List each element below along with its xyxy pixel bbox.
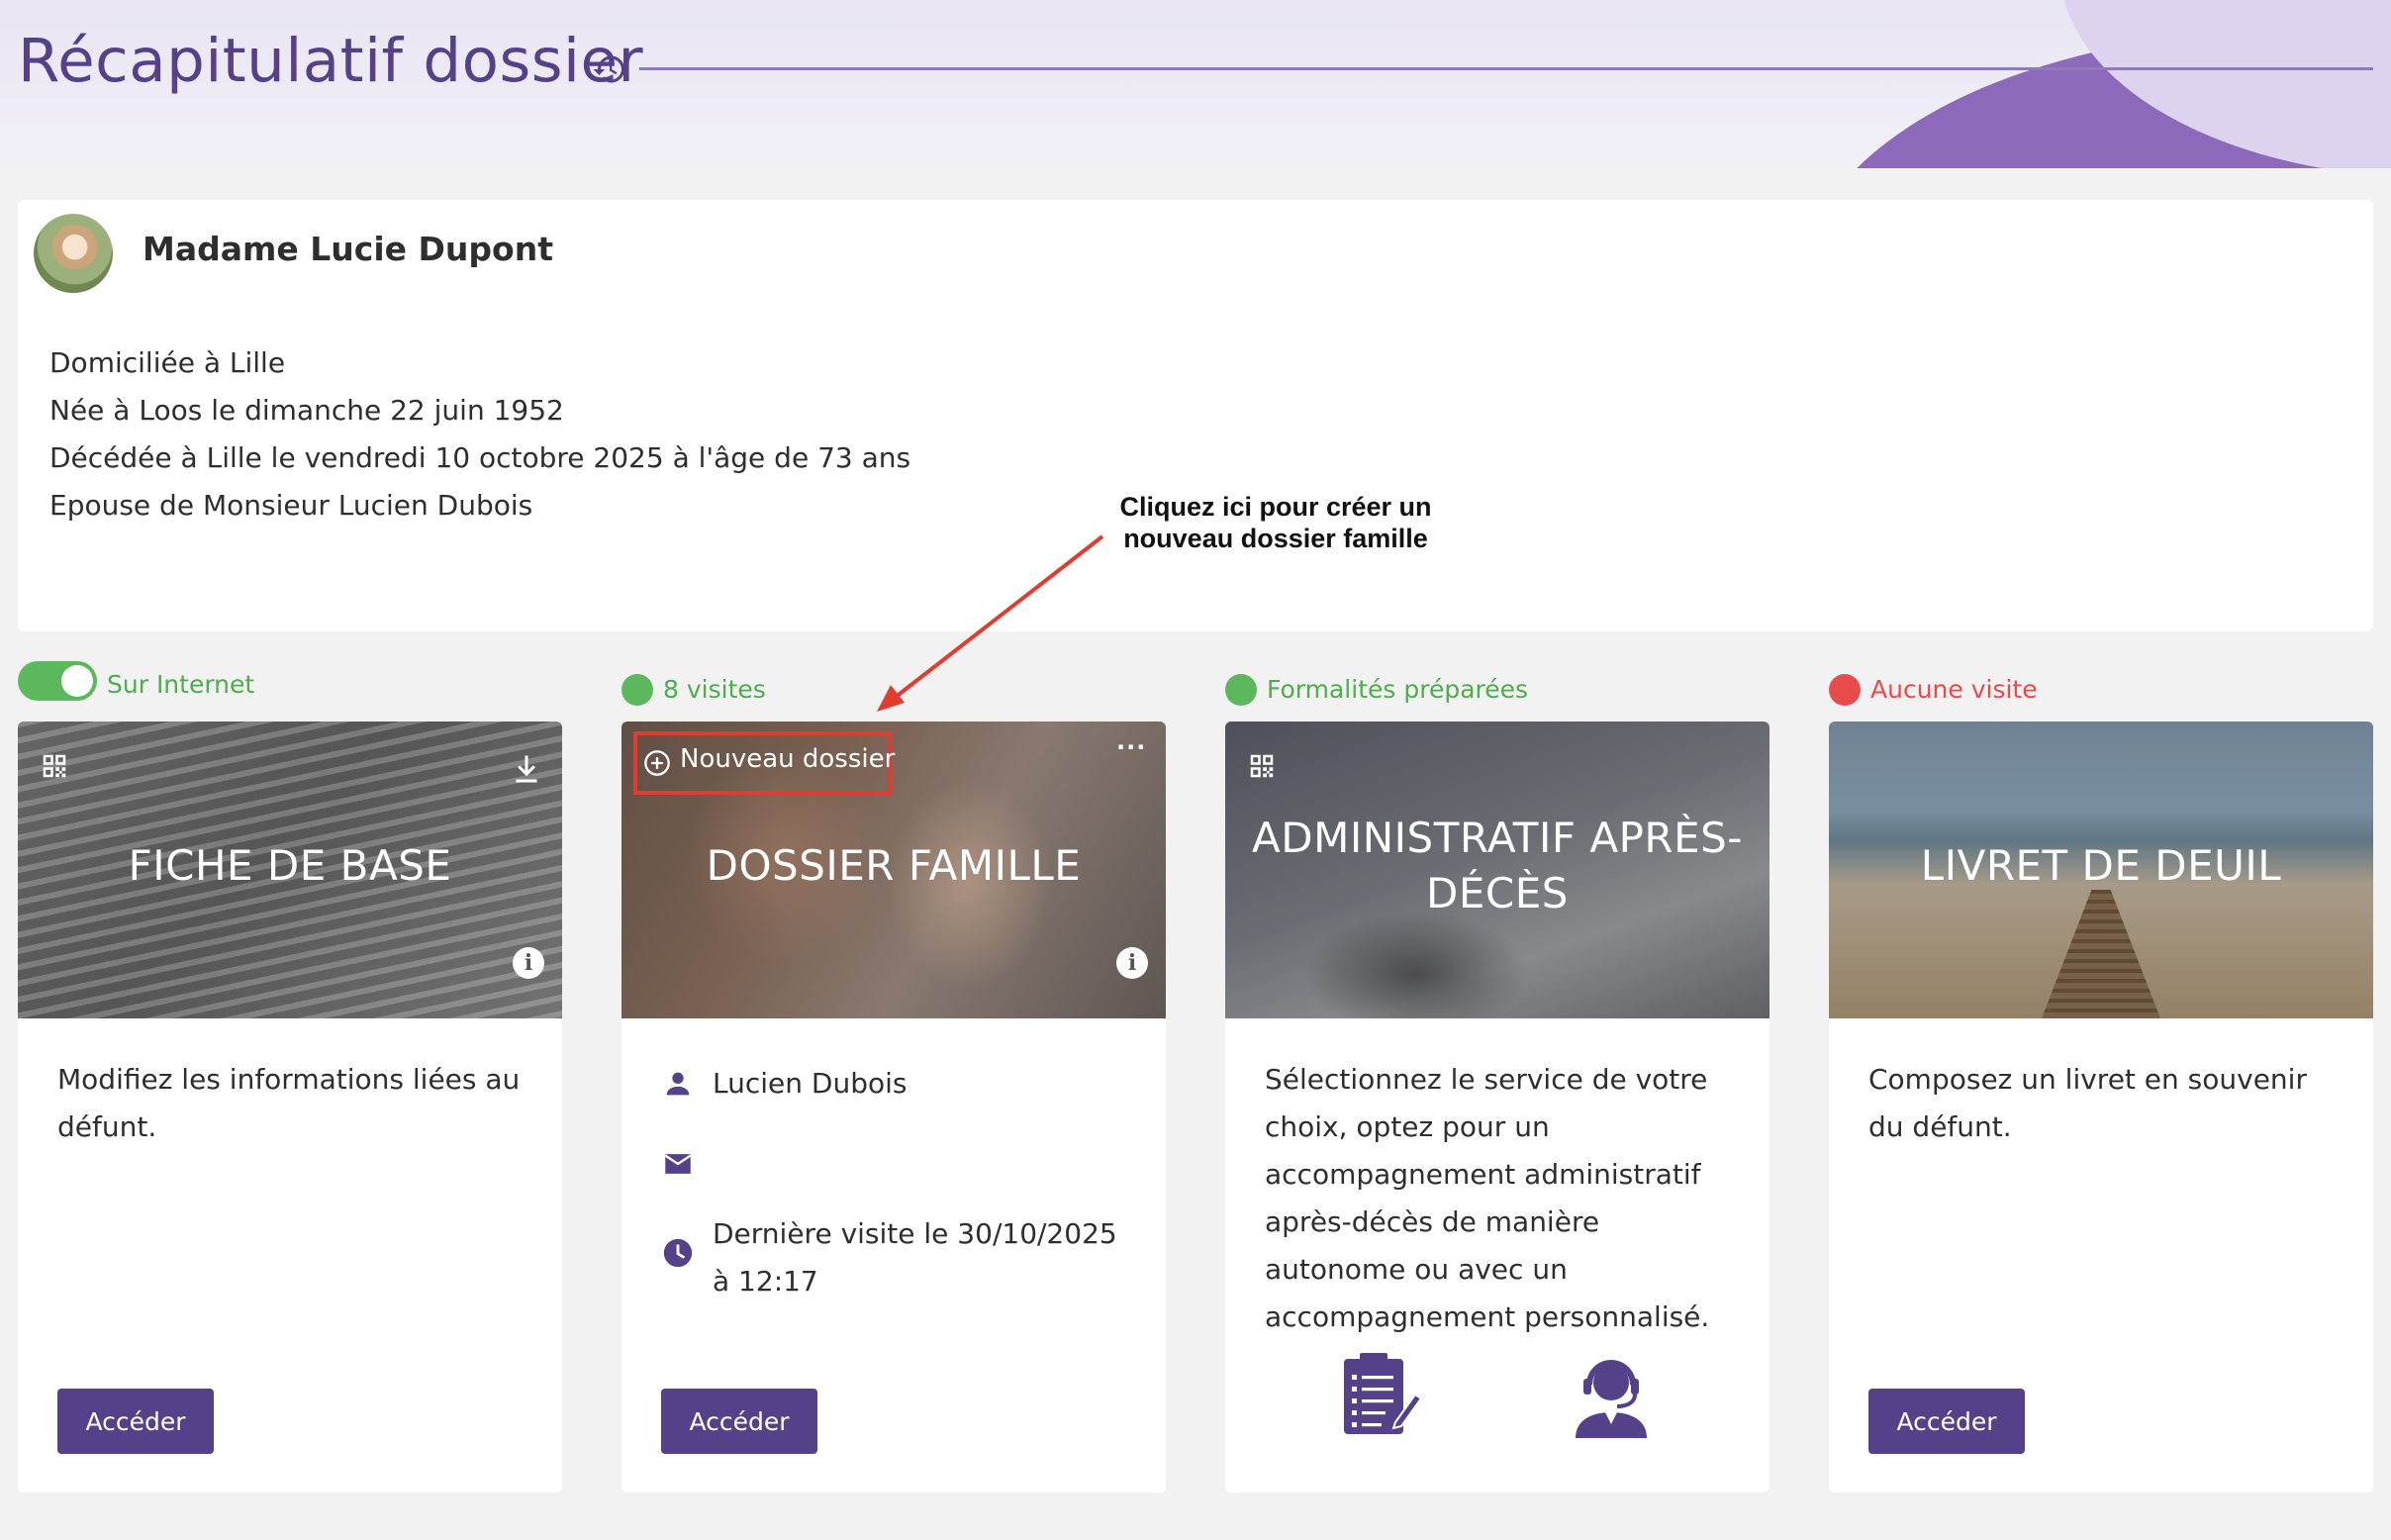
plus-circle-icon[interactable] — [643, 749, 671, 777]
page-header: Récapitulatif dossier — [0, 0, 2391, 168]
avatar — [34, 214, 113, 293]
card-image-livret[interactable]: LIVRET DE DEUIL — [1829, 722, 2373, 1018]
new-folder-link[interactable]: Nouveau dossier — [680, 744, 895, 774]
status-dot-admin — [1225, 674, 1257, 706]
status-fiche: Sur Internet — [107, 670, 255, 699]
status-dot-famille — [622, 674, 653, 706]
card-administratif: ADMINISTRATIF APRÈS- DÉCÈS Sélectionnez … — [1225, 722, 1769, 1492]
internet-toggle[interactable] — [18, 661, 97, 701]
status-famille: 8 visites — [663, 675, 766, 704]
card-dossier-famille: Nouveau dossier ··· DOSSIER FAMILLE i Lu… — [622, 722, 1166, 1492]
deceased-name: Madame Lucie Dupont — [143, 230, 553, 268]
card-title-fiche: FICHE DE BASE — [128, 841, 452, 890]
spouse-line: Epouse de Monsieur Lucien Dubois — [49, 489, 533, 522]
title-divider — [639, 67, 2373, 70]
card-title-famille: DOSSIER FAMILLE — [706, 841, 1082, 890]
access-button-livret[interactable]: Accéder — [1868, 1389, 2025, 1454]
contact-name: Lucien Dubois — [713, 1067, 908, 1100]
card-image-fiche[interactable]: FICHE DE BASE i — [18, 722, 562, 1018]
info-icon[interactable]: i — [513, 947, 544, 979]
card-title-admin-line2: DÉCÈS — [1426, 869, 1569, 917]
last-visit-time: à 12:17 — [713, 1265, 818, 1298]
card-title-livret: LIVRET DE DEUIL — [1920, 841, 2282, 890]
death-line: Décédée à Lille le vendredi 10 octobre 2… — [49, 441, 911, 474]
toggle-knob — [61, 665, 93, 697]
checklist-icon[interactable] — [1332, 1347, 1427, 1442]
birth-line: Née à Loos le dimanche 22 juin 1952 — [49, 394, 564, 427]
access-button-fiche[interactable]: Accéder — [57, 1389, 214, 1454]
info-icon[interactable]: i — [1116, 947, 1148, 979]
residence-line: Domiciliée à Lille — [49, 346, 286, 379]
qr-code-icon[interactable] — [40, 751, 69, 781]
card-image-admin[interactable]: ADMINISTRATIF APRÈS- DÉCÈS — [1225, 722, 1769, 1018]
clock-icon — [663, 1238, 693, 1268]
card-title-admin: ADMINISTRATIF APRÈS- DÉCÈS — [1245, 811, 1750, 921]
page-title: Récapitulatif dossier — [18, 26, 644, 96]
status-dot-livret — [1829, 674, 1861, 706]
last-visit: Dernière visite le 30/10/2025 à 12:17 — [713, 1210, 1128, 1305]
more-options-icon[interactable]: ··· — [1116, 733, 1146, 761]
card-description-livret: Composez un livret en souvenir du défunt… — [1868, 1063, 2307, 1143]
card-image-famille[interactable]: Nouveau dossier ··· DOSSIER FAMILLE i — [622, 722, 1166, 1018]
history-icon[interactable] — [592, 51, 627, 87]
last-visit-date: Dernière visite le 30/10/2025 — [713, 1217, 1117, 1250]
person-icon — [666, 1072, 690, 1096]
card-description-fiche: Modifiez les informations liées au défun… — [57, 1063, 521, 1143]
status-admin: Formalités préparées — [1267, 675, 1529, 704]
card-livret-de-deuil: LIVRET DE DEUIL Composez un livret en so… — [1829, 722, 2373, 1492]
profile-panel: Madame Lucie Dupont Domiciliée à Lille N… — [18, 200, 2373, 631]
card-description-admin: Sélectionnez le service de votre choix, … — [1265, 1063, 1710, 1333]
email-icon[interactable] — [661, 1147, 695, 1181]
download-icon[interactable] — [509, 751, 544, 787]
support-agent-icon[interactable] — [1564, 1347, 1659, 1442]
qr-code-icon[interactable] — [1247, 751, 1277, 781]
status-livret: Aucune visite — [1870, 675, 2038, 704]
annotation-line-1: Cliquez ici pour créer un — [1119, 492, 1432, 522]
card-fiche-de-base: FICHE DE BASE i Modifiez les information… — [18, 722, 562, 1492]
annotation-line-2: nouveau dossier famille — [1123, 524, 1428, 553]
card-title-admin-line1: ADMINISTRATIF APRÈS- — [1252, 814, 1743, 862]
annotation-callout: Cliquez ici pour créer un nouveau dossie… — [1085, 491, 1467, 554]
access-button-famille[interactable]: Accéder — [661, 1389, 817, 1454]
